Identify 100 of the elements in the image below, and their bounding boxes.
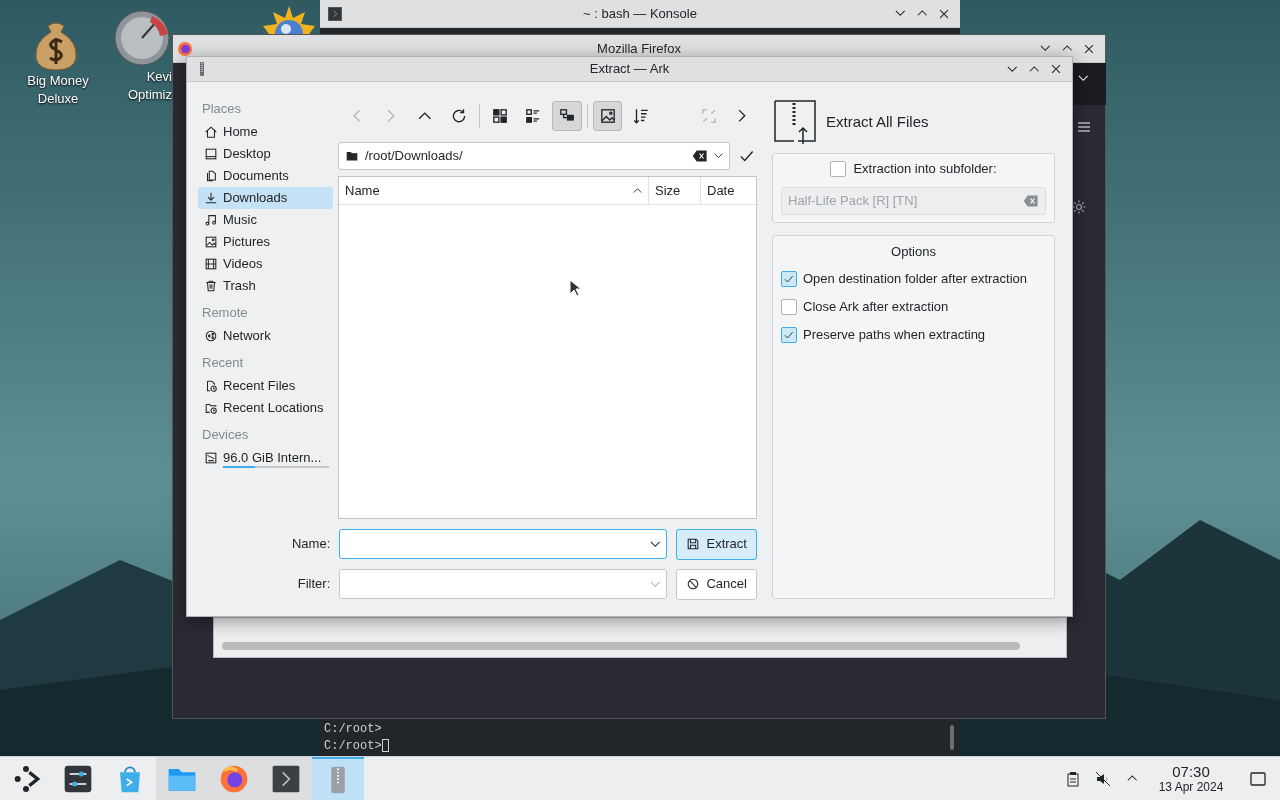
- taskbar-button[interactable]: [260, 756, 312, 800]
- cancel-button[interactable]: Cancel: [676, 568, 757, 600]
- chevron-up-icon: [1126, 775, 1138, 782]
- checkmark-icon: [783, 273, 795, 285]
- chevron-down-icon: [714, 153, 723, 159]
- desktop-icon-label[interactable]: Big Money: [27, 72, 89, 90]
- sidebar-item[interactable]: Recent Locations: [198, 397, 333, 419]
- settings-button[interactable]: [1071, 199, 1087, 215]
- document-icon: [204, 169, 218, 183]
- sidebar-item[interactable]: Documents: [198, 165, 333, 187]
- scrollbar[interactable]: [222, 642, 1020, 650]
- maximize-icon: [1061, 45, 1073, 52]
- cancel-icon: [686, 577, 701, 591]
- terminal-line: C:/root>: [324, 720, 382, 738]
- window-title: Mozilla Firefox: [597, 39, 681, 58]
- extract-button[interactable]: Extract: [676, 528, 757, 560]
- checkbox[interactable]: [781, 327, 797, 343]
- chevron-down-icon: [1078, 75, 1089, 82]
- preview-button[interactable]: [592, 101, 623, 131]
- dropdown-button[interactable]: [1078, 75, 1089, 82]
- sidebar-item[interactable]: Recent Files: [198, 375, 333, 397]
- drive-icon: [204, 451, 218, 465]
- terminal-icon: [271, 763, 301, 794]
- sidebar-item[interactable]: Home: [198, 121, 333, 143]
- field-label: Filter:: [296, 575, 332, 594]
- maximize-icon: [1028, 65, 1040, 73]
- firefox-logo-icon: [177, 40, 193, 57]
- clear-icon: [1023, 193, 1039, 209]
- minimize-icon: [1039, 45, 1051, 52]
- checkbox[interactable]: [781, 271, 797, 287]
- desktop-icon: [204, 147, 218, 161]
- filter-field[interactable]: [339, 569, 668, 599]
- checkbox-label: Extraction into subfolder:: [853, 160, 997, 179]
- desktop-icon-label[interactable]: Optimiz: [127, 86, 172, 104]
- terminal-line: C:/root>: [324, 737, 382, 755]
- sidebar-item[interactable]: Trash: [198, 275, 333, 297]
- panel-heading: Extract All Files: [826, 111, 929, 132]
- sidebar-item[interactable]: Downloads: [198, 187, 333, 209]
- desktop-icon-label[interactable]: Kevi: [146, 68, 172, 86]
- column-header[interactable]: Size: [649, 177, 701, 204]
- maximize-icon: [916, 10, 928, 17]
- sidebar-item[interactable]: Network: [198, 325, 333, 347]
- checkbox-label: Close Ark after extraction: [803, 298, 949, 317]
- checkbox[interactable]: [781, 299, 797, 315]
- chevron-down-icon: [649, 580, 661, 588]
- clock-date[interactable]: 13 Apr 2024: [1158, 781, 1224, 793]
- close-icon: [1049, 62, 1063, 76]
- muted-speaker-icon: [1095, 770, 1111, 787]
- gauge-icon: [112, 8, 172, 68]
- recent-file-icon: [204, 379, 218, 393]
- sidebar-item[interactable]: Music: [198, 209, 333, 231]
- clear-icon: [692, 148, 708, 164]
- settings-icon: [63, 763, 93, 794]
- extract-archive-icon: [774, 99, 817, 145]
- menu-icon: [1076, 119, 1092, 135]
- music-icon: [204, 213, 218, 227]
- home-icon: [204, 125, 218, 139]
- firefox-logo-icon: [219, 763, 249, 794]
- clock-time[interactable]: 07:30: [1172, 764, 1210, 779]
- minimize-icon: [894, 10, 906, 17]
- recent-folder-icon: [204, 401, 218, 415]
- desktop-icon: [1249, 769, 1267, 788]
- group-title: Options: [890, 243, 937, 258]
- column-header[interactable]: Name: [339, 177, 649, 204]
- network-icon: [204, 329, 218, 343]
- scrollbar[interactable]: [950, 725, 954, 750]
- field-label: Name:: [290, 535, 332, 554]
- sidebar-item[interactable]: Desktop: [198, 143, 333, 165]
- chevron-down-icon: [649, 540, 661, 548]
- trash-icon: [204, 279, 218, 293]
- sidebar-item[interactable]: 96.0 GiB Intern...: [198, 447, 333, 469]
- section-heading: Remote: [201, 304, 249, 323]
- path-field[interactable]: /root/Downloads/: [338, 142, 730, 170]
- tree-button[interactable]: [552, 101, 582, 131]
- sidebar-item[interactable]: Pictures: [198, 231, 333, 253]
- section-heading: Devices: [201, 426, 250, 445]
- checkbox-label: Open destination folder after extraction: [803, 270, 1028, 289]
- menu-button[interactable]: [1076, 119, 1092, 135]
- minimize-icon: [1006, 65, 1018, 73]
- window-title: Extract — Ark: [589, 60, 670, 79]
- picture-icon: [204, 235, 218, 249]
- film-icon: [204, 257, 218, 271]
- checkmark-icon: [783, 329, 795, 341]
- save-icon: [686, 537, 701, 551]
- download-icon: [204, 191, 218, 205]
- section-heading: Recent: [201, 354, 245, 373]
- section-heading: Places: [201, 100, 243, 119]
- text-cursor: [381, 739, 389, 752]
- name-field[interactable]: [339, 529, 668, 559]
- prompt-icon: [332, 9, 338, 18]
- desktop-icon-label[interactable]: Deluxe: [37, 90, 79, 108]
- clipboard-icon: [1065, 770, 1081, 787]
- archive-icon: [197, 61, 207, 77]
- folder-icon: [345, 149, 359, 163]
- column-header[interactable]: Date: [701, 177, 756, 204]
- mouse-pointer-icon: [569, 279, 582, 298]
- sidebar-item[interactable]: Videos: [198, 253, 333, 275]
- sort-ascending-icon: [633, 187, 642, 194]
- window-title: ~ : bash — Konsole: [583, 4, 697, 23]
- checkbox-label: Preserve paths when extracting: [803, 326, 986, 345]
